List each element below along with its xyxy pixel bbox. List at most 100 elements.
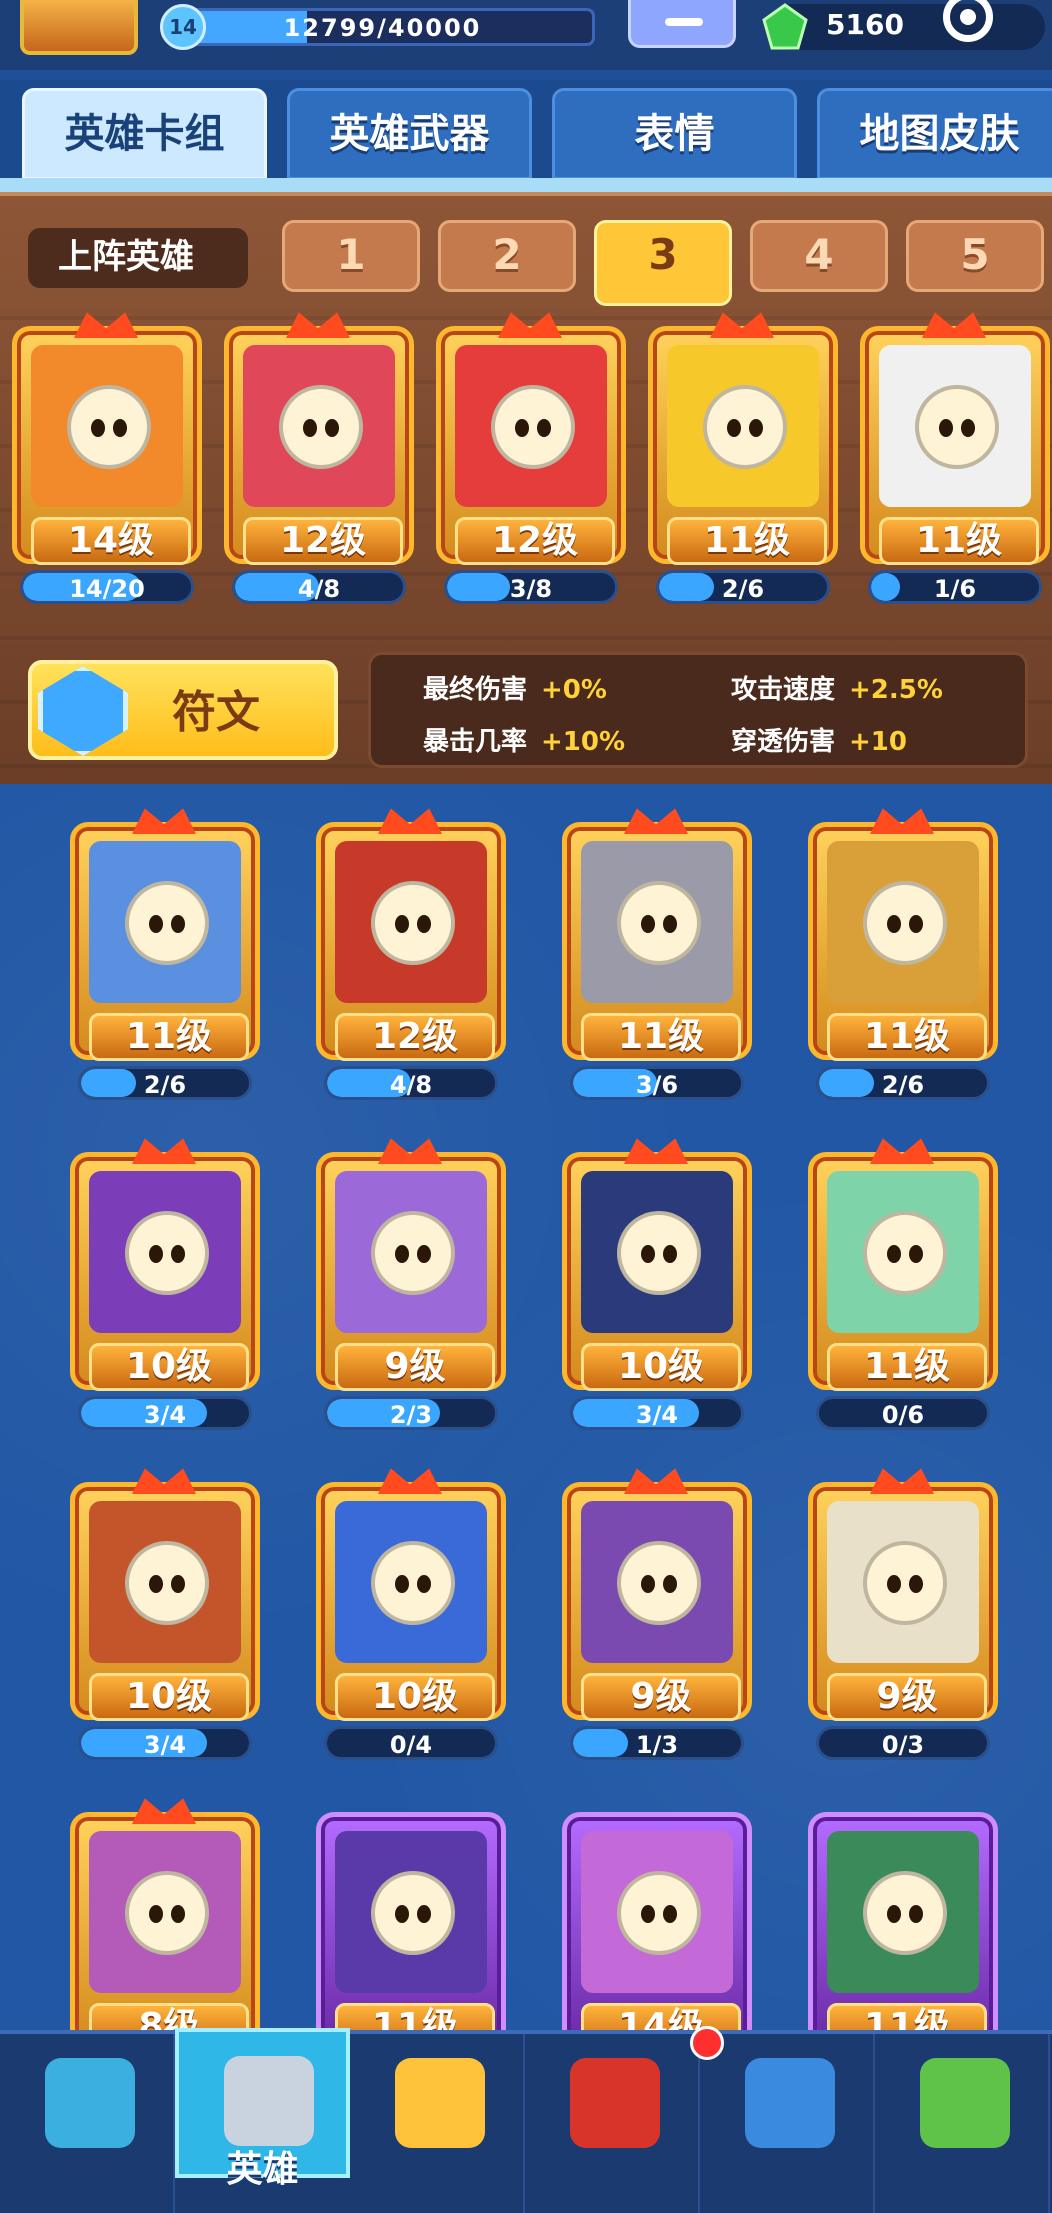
rune-button[interactable]: 符文 (28, 660, 338, 760)
hero-portrait (581, 1501, 733, 1663)
hero-level: 11级 (581, 1013, 741, 1061)
player-avatar[interactable] (20, 0, 138, 55)
tab-hero-deck[interactable]: 英雄卡组 (22, 88, 267, 180)
shop-chest-icon (45, 2058, 135, 2148)
hero-face-icon (617, 881, 701, 965)
card-frame: 11级 (808, 822, 998, 1061)
deck-slot-4[interactable]: 4 (750, 220, 888, 292)
hero-progress-bar: 1/3 (570, 1726, 744, 1760)
nav-item-4[interactable] (525, 2034, 700, 2213)
land-sprout-icon (920, 2058, 1010, 2148)
hero-level: 9级 (581, 1673, 741, 1721)
crown-icon (378, 1468, 442, 1494)
hero-face-icon (863, 1871, 947, 1955)
hero-collection-grid: 11级 2/6 12级 4/8 11级 3/6 11级 2/6 10级 3/4 9级 2/3 10级 3/… (0, 784, 1052, 2051)
hero-face-icon (863, 1211, 947, 1295)
hero-face-icon (67, 385, 151, 469)
hero-progress-text: 3/4 (143, 1401, 187, 1429)
hero-level: 9级 (827, 1673, 987, 1721)
hero-progress-bar: 3/6 (570, 1066, 744, 1100)
hero-level: 11级 (89, 1013, 249, 1061)
deck-slot-2[interactable]: 2 (438, 220, 576, 292)
hero-progress-text: 0/4 (389, 1731, 433, 1759)
tab-hero-weapons[interactable]: 英雄武器 (287, 88, 532, 180)
card-frame: 9级 (562, 1482, 752, 1721)
card-frame: 11级 (316, 1812, 506, 2051)
hero-progress-bar: 3/4 (78, 1726, 252, 1760)
hero-face-icon (125, 1541, 209, 1625)
card-frame: 8级 (70, 1812, 260, 2051)
gem-counter[interactable] (770, 4, 1045, 50)
tab-map-skins[interactable]: 地图皮肤 (817, 88, 1052, 180)
hero-progress-bar: 4/8 (232, 570, 406, 604)
hero-face-icon (617, 1541, 701, 1625)
card-frame: 10级 (562, 1152, 752, 1391)
hero-portrait (89, 1171, 241, 1333)
stat-pierce-damage: 穿透伤害 +10 (731, 727, 907, 757)
nav-item-2[interactable]: 英雄 (175, 2028, 350, 2190)
hero-progress-text: 2/6 (721, 575, 765, 603)
deck-slot-1[interactable]: 1 (282, 220, 420, 292)
hero-progress-text: 4/8 (297, 575, 341, 603)
nav-item-3[interactable] (350, 2034, 525, 2213)
hero-portrait (31, 345, 183, 507)
hero-progress-text: 4/8 (389, 1071, 433, 1099)
rank-shield-icon (570, 2058, 660, 2148)
card-frame: 11级 (562, 822, 752, 1061)
hero-level: 11级 (827, 1343, 987, 1391)
hero-progress-bar: 1/6 (868, 570, 1042, 604)
hero-progress-bar: 2/6 (78, 1066, 252, 1100)
stats-panel: 最终伤害 +0% 攻击速度 +2.5% 暴击几率 +10% 穿透伤害 +10 (368, 652, 1028, 768)
hero-portrait (335, 841, 487, 1003)
deck-slot-5[interactable]: 5 (906, 220, 1044, 292)
social-banner-icon (745, 2058, 835, 2148)
hero-progress-bar: 4/8 (324, 1066, 498, 1100)
menu-button[interactable] (628, 0, 736, 48)
hero-progress-text: 3/4 (143, 1731, 187, 1759)
hero-portrait (89, 841, 241, 1003)
hero-progress-text: 1/3 (635, 1731, 679, 1759)
hero-portrait (827, 1501, 979, 1663)
hero-progress-bar: 3/4 (78, 1396, 252, 1430)
hero-progress-text: 3/4 (635, 1401, 679, 1429)
hero-level: 14级 (31, 517, 191, 565)
bottom-nav: 英雄 (0, 2026, 1052, 2213)
card-frame: 12级 (436, 326, 626, 565)
hero-face-icon (125, 1211, 209, 1295)
crown-icon (132, 1138, 196, 1164)
hero-portrait (827, 1831, 979, 1993)
hero-progress-text: 2/6 (881, 1071, 925, 1099)
hero-progress-bar: 2/3 (324, 1396, 498, 1430)
hero-face-icon (371, 881, 455, 965)
hero-face-icon (491, 385, 575, 469)
hero-portrait (827, 1171, 979, 1333)
card-frame: 11级 (70, 822, 260, 1061)
notification-dot (690, 2026, 724, 2060)
hero-progress-bar: 3/8 (444, 570, 618, 604)
xp-bar: 12799/40000 (170, 8, 595, 46)
crown-icon (624, 808, 688, 834)
hero-face-icon (125, 1871, 209, 1955)
card-frame: 11级 (860, 326, 1050, 565)
hero-level: 10级 (89, 1343, 249, 1391)
nav-item-5[interactable] (700, 2034, 875, 2213)
crown-icon (378, 1138, 442, 1164)
deck-slot-3[interactable]: 3 (594, 220, 732, 306)
hero-face-icon (617, 1211, 701, 1295)
nav-item-1[interactable] (0, 2034, 175, 2213)
hero-progress-text: 0/6 (881, 1401, 925, 1429)
rune-label: 符文 (172, 687, 260, 738)
card-frame: 12级 (224, 326, 414, 565)
hero-progress-bar: 0/3 (816, 1726, 990, 1760)
rune-gem-icon (38, 666, 128, 756)
hero-portrait (335, 1171, 487, 1333)
hero-progress-text: 3/6 (635, 1071, 679, 1099)
card-frame: 12级 (316, 822, 506, 1061)
hero-portrait (455, 345, 607, 507)
nav-label: 英雄 (226, 2149, 299, 2190)
tab-emotes[interactable]: 表情 (552, 88, 797, 180)
hero-level: 10级 (335, 1673, 495, 1721)
crown-icon (74, 312, 138, 338)
card-frame: 10级 (70, 1152, 260, 1391)
nav-item-6[interactable] (875, 2034, 1050, 2213)
